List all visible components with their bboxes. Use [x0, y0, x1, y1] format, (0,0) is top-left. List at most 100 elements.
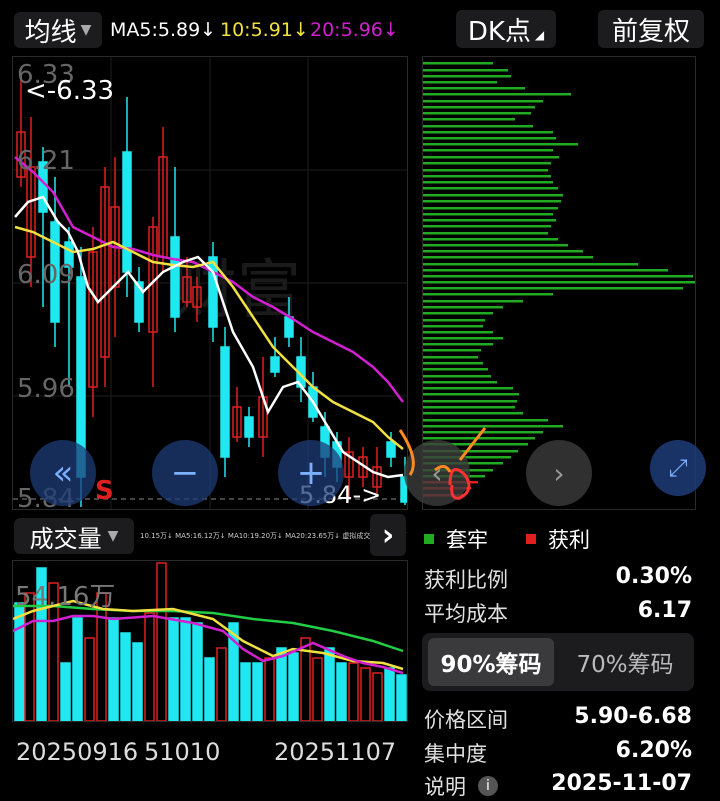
legend-profit-label: 获利 [548, 528, 590, 552]
chip-bar [423, 381, 497, 384]
chip-bar [423, 194, 563, 197]
volume-bar [192, 622, 203, 721]
chip-bar [423, 169, 548, 172]
candle-body [170, 236, 180, 318]
legend-trapped-label: 套牢 [446, 528, 488, 552]
prev-page-button[interactable]: « [30, 440, 96, 506]
tab-70-chips[interactable]: 70%筹码 [562, 638, 688, 686]
candle-body [284, 316, 294, 338]
chip-next-button[interactable]: › [526, 440, 592, 506]
chip-bar [423, 149, 553, 152]
date-end: 20251107 [274, 738, 397, 766]
volume-bar [324, 647, 335, 721]
chip-bar [423, 200, 561, 203]
volume-bar [312, 657, 323, 721]
chip-bar [423, 368, 488, 371]
zoom-in-button[interactable]: + [278, 440, 344, 506]
ma5-line [14, 195, 404, 479]
tab-70-label: 70%筹码 [576, 652, 674, 678]
corner-icon: ◢ [534, 28, 545, 42]
note-label: 说明 [424, 775, 466, 799]
expand-panel-button[interactable]: › [370, 514, 406, 556]
chip-bar [423, 244, 568, 247]
chip-bar [423, 81, 497, 84]
dropdown-icon: ▼ [107, 528, 119, 544]
concentration-value: 6.20% [615, 738, 692, 763]
volume-bar [384, 667, 395, 721]
chip-bar [423, 319, 485, 322]
volume-bar [144, 612, 155, 721]
price-level-6-21: 6.21 [17, 146, 75, 176]
volume-bar [96, 592, 107, 721]
tab-90-chips[interactable]: 90%筹码 [428, 638, 554, 686]
chip-bar [423, 137, 556, 140]
chip-bar [423, 375, 491, 378]
chip-tabs: 90%筹码 70%筹码 [422, 633, 694, 691]
ma-selector[interactable]: 均线 ▼ [14, 12, 102, 48]
volume-bar [348, 662, 359, 721]
chip-bar [423, 112, 531, 115]
chip-bar [423, 356, 478, 359]
candle-body [270, 356, 280, 373]
chip-bar [423, 300, 523, 303]
forward-adjust-button[interactable]: 前复权 [598, 10, 704, 48]
price-range-label: 价格区间 [424, 708, 508, 732]
red-square-icon [526, 534, 536, 544]
profit-ratio-label: 获利比例 [424, 568, 508, 592]
chip-bar [423, 263, 638, 266]
chip-bar [423, 156, 559, 159]
volume-bar [156, 562, 167, 721]
green-square-icon [424, 534, 434, 544]
chip-bar [423, 412, 523, 415]
chip-bar [423, 331, 493, 334]
chevron-right-icon: › [381, 517, 395, 553]
zoom-out-button[interactable]: − [152, 440, 218, 506]
chip-bar [423, 232, 548, 235]
dk-point-button[interactable]: DK点 ◢ [456, 10, 556, 48]
volume-bar [108, 617, 119, 721]
info-icon[interactable]: i [478, 776, 498, 796]
legend-profit: 获利 [526, 524, 590, 554]
date-start: 20250916 [16, 738, 139, 766]
note-row[interactable]: 说明 i [424, 771, 498, 801]
avg-cost-value: 6.17 [637, 598, 692, 623]
volume-bar [396, 674, 407, 721]
volume-bar [168, 617, 179, 721]
volume-chart[interactable]: 54.16万 [12, 560, 408, 722]
forward-adjust-label: 前复权 [611, 16, 690, 47]
volume-bar [120, 632, 131, 721]
profit-ratio-value: 0.30% [615, 564, 692, 589]
volume-bar [60, 662, 71, 721]
date-mid: 51010 [144, 738, 221, 766]
legend-trapped: 套牢 [424, 524, 488, 554]
chip-bar [423, 106, 535, 109]
tab-90-label: 90%筹码 [440, 652, 542, 678]
chip-bar [423, 207, 558, 210]
volume-bar [276, 647, 287, 721]
chip-bar [423, 281, 695, 284]
chip-bar [423, 293, 553, 296]
double-chevron-left-icon: « [52, 453, 74, 493]
chip-bar [423, 87, 525, 90]
chip-bar [423, 269, 668, 272]
volume-max-label: 54.16万 [15, 582, 115, 612]
chip-bar [423, 387, 513, 390]
fullscreen-button[interactable]: ⤢ [650, 440, 706, 496]
concentration-label: 集中度 [424, 742, 487, 766]
chip-bar [423, 349, 481, 352]
hand-annotation [398, 427, 487, 500]
volume-bar [252, 662, 263, 721]
volume-svg: 54.16万 [13, 562, 407, 721]
chip-bar [423, 175, 551, 178]
chip-bar [423, 181, 553, 184]
chip-bar [423, 118, 515, 121]
dk-point-label: DK点 [467, 16, 531, 47]
volume-bar [180, 617, 191, 721]
ma20-label: 20:5.96↓ [310, 19, 399, 41]
ma-selector-label: 均线 [24, 17, 77, 48]
high-price-marker: <-6.33 [25, 76, 114, 106]
volume-selector-label: 成交量 [29, 524, 102, 553]
volume-selector[interactable]: 成交量 ▼ [14, 518, 134, 554]
volume-bar [240, 662, 251, 721]
volume-bar [72, 617, 83, 721]
